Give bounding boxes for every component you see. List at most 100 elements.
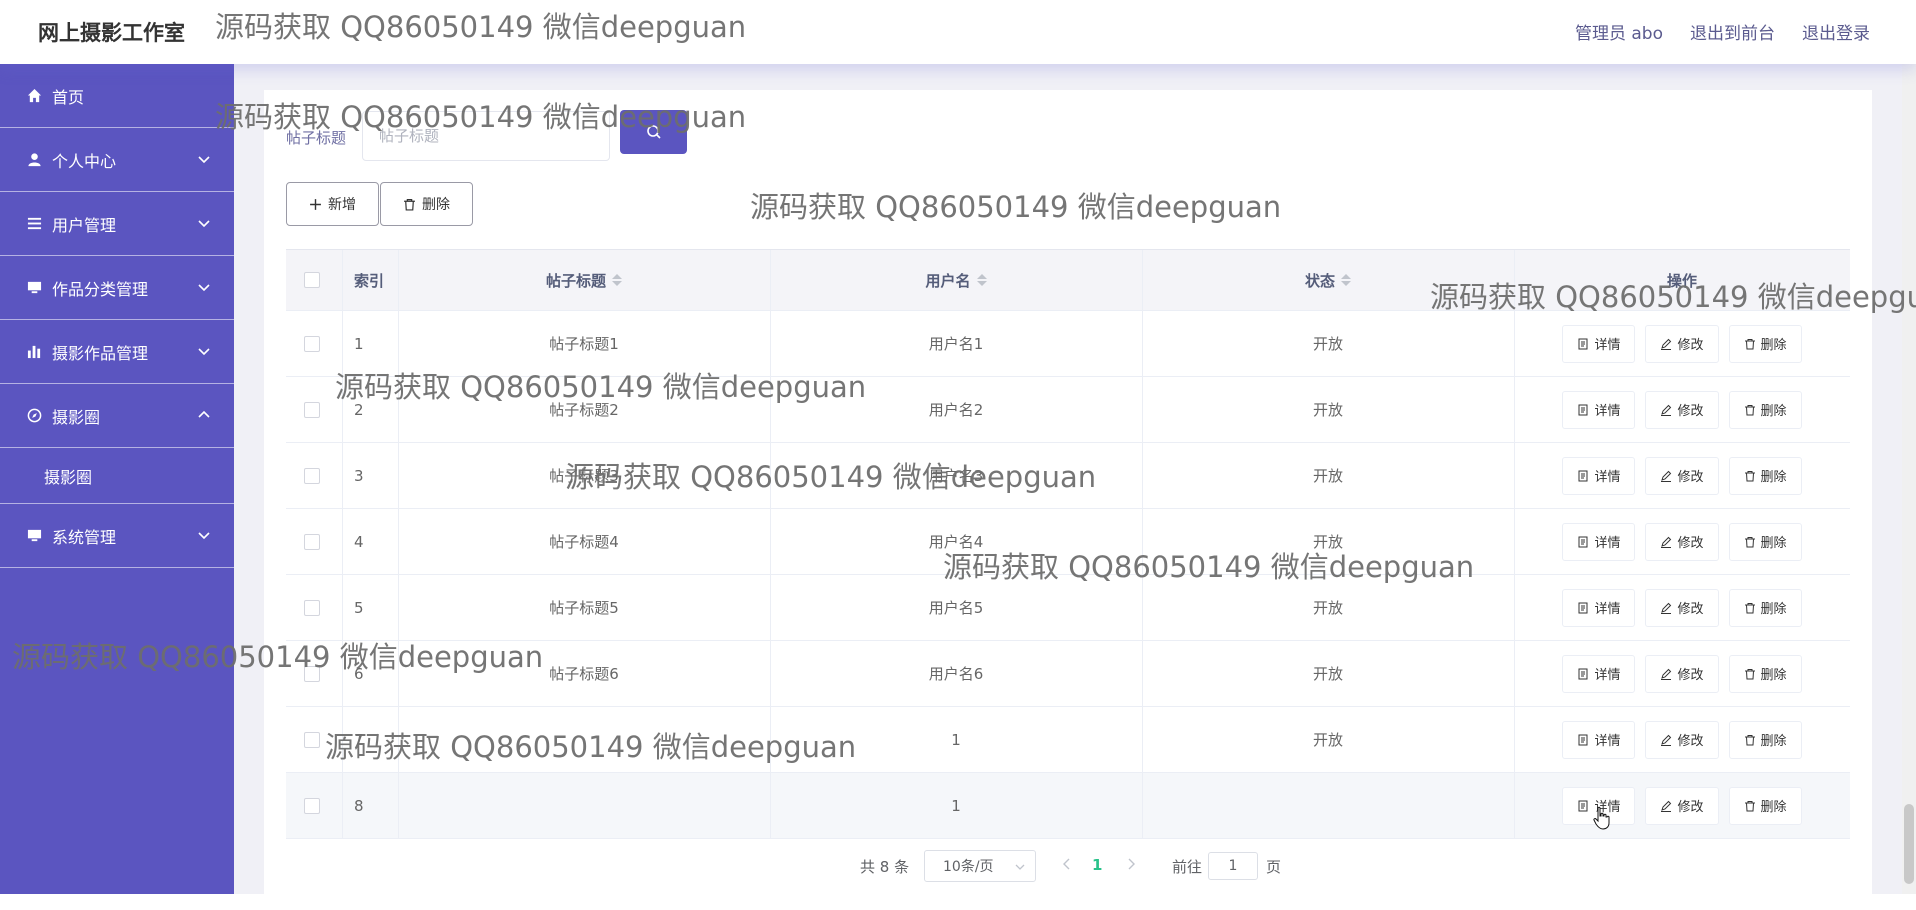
edit-label: 修改: [1677, 734, 1704, 749]
edit-label: 修改: [1677, 536, 1704, 551]
edit-button[interactable]: 修改: [1645, 654, 1719, 693]
add-button[interactable]: 新增: [286, 182, 379, 226]
edit-button[interactable]: 修改: [1645, 522, 1719, 561]
edit-button[interactable]: 修改: [1645, 720, 1719, 759]
cell-operations: 详情 修改 删除: [1514, 377, 1850, 442]
delete-row-button[interactable]: 删除: [1728, 720, 1802, 759]
cell-status: [1142, 773, 1514, 838]
header-title[interactable]: 帖子标题: [398, 250, 770, 310]
row-checkbox[interactable]: [304, 599, 320, 616]
trash-icon: [1744, 800, 1755, 811]
cell-index: 8: [354, 796, 364, 815]
back-to-frontend-link[interactable]: 退出到前台: [1690, 19, 1775, 44]
edit-button[interactable]: 修改: [1645, 324, 1719, 363]
delete-row-button[interactable]: 删除: [1728, 324, 1802, 363]
row-checkbox[interactable]: [304, 731, 320, 748]
detail-button[interactable]: 详情: [1562, 456, 1636, 495]
edit-button[interactable]: 修改: [1645, 390, 1719, 429]
delete-row-button[interactable]: 删除: [1728, 654, 1802, 693]
search-button[interactable]: [620, 110, 687, 154]
document-icon: [1578, 668, 1588, 679]
row-checkbox[interactable]: [304, 533, 320, 550]
edit-button[interactable]: 修改: [1645, 588, 1719, 627]
chevron-down-icon: [1015, 864, 1025, 870]
sidebar-item-user-management[interactable]: 用户管理: [0, 192, 234, 256]
detail-button[interactable]: 详情: [1562, 720, 1636, 759]
post-title-search-input[interactable]: 帖子标题: [362, 111, 610, 161]
pagination: 共 8 条 10条/页 1 前往 1 页: [234, 850, 1916, 890]
select-all-checkbox[interactable]: [304, 272, 320, 288]
edit-label: 修改: [1677, 668, 1704, 683]
sidebar-item-works-management[interactable]: 摄影作品管理: [0, 320, 234, 384]
cell-username: 用户名1: [928, 335, 984, 353]
document-icon: [1578, 404, 1588, 415]
edit-icon: [1661, 338, 1672, 350]
scrollbar-thumb[interactable]: [1904, 804, 1914, 884]
detail-label: 详情: [1594, 338, 1621, 353]
admin-user-link[interactable]: 管理员 abo: [1575, 19, 1663, 44]
vertical-scrollbar[interactable]: [1902, 64, 1916, 894]
cell-index: 4: [354, 532, 364, 551]
sidebar-item-personal-center[interactable]: 个人中心: [0, 128, 234, 192]
sidebar-item-label: 个人中心: [52, 151, 117, 171]
chevron-up-icon: [198, 410, 210, 418]
row-checkbox[interactable]: [304, 401, 320, 418]
goto-page-input[interactable]: 1: [1208, 852, 1258, 880]
sort-icon[interactable]: [612, 274, 622, 286]
current-page-number[interactable]: 1: [1092, 856, 1102, 874]
trash-icon: [1744, 668, 1755, 679]
cell-post-title: 帖子标题6: [549, 665, 619, 683]
sidebar-item-label: 作品分类管理: [52, 279, 149, 299]
sidebar-item-label: 摄影圈: [52, 407, 101, 427]
header-status[interactable]: 状态: [1142, 250, 1514, 310]
sidebar-item-home[interactable]: 首页: [0, 64, 234, 128]
edit-icon: [1661, 602, 1672, 614]
next-page-button[interactable]: [1126, 856, 1136, 874]
prev-page-button[interactable]: [1062, 856, 1072, 874]
cell-status: 开放: [1312, 731, 1343, 749]
header-username[interactable]: 用户名: [770, 250, 1142, 310]
logout-link[interactable]: 退出登录: [1802, 19, 1870, 44]
sort-icon[interactable]: [976, 274, 987, 286]
row-checkbox[interactable]: [304, 467, 320, 484]
sidebar-item-category-management[interactable]: 作品分类管理: [0, 256, 234, 320]
detail-button[interactable]: 详情: [1562, 654, 1636, 693]
delete-row-button[interactable]: 删除: [1728, 588, 1802, 627]
delete-button[interactable]: 删除: [380, 182, 473, 226]
detail-button[interactable]: 详情: [1562, 324, 1636, 363]
row-checkbox[interactable]: [304, 335, 320, 352]
delete-row-button[interactable]: 删除: [1728, 456, 1802, 495]
page-size-select[interactable]: 10条/页: [924, 850, 1036, 882]
user-icon: [26, 152, 42, 168]
detail-button[interactable]: 详情: [1562, 390, 1636, 429]
detail-button[interactable]: 详情: [1562, 522, 1636, 561]
cell-index: 7: [354, 730, 364, 749]
detail-label: 详情: [1594, 668, 1621, 683]
row-checkbox[interactable]: [304, 797, 320, 814]
document-icon: [1578, 800, 1588, 811]
sort-icon[interactable]: [1341, 274, 1351, 286]
sidebar-item-system-management[interactable]: 系统管理: [0, 504, 234, 568]
cell-status: 开放: [1312, 467, 1343, 485]
sidebar-subitem-photo-circle[interactable]: 摄影圈: [0, 448, 234, 504]
edit-button[interactable]: 修改: [1645, 786, 1719, 825]
sidebar-item-label: 摄影作品管理: [52, 343, 149, 363]
sidebar-item-photo-circle[interactable]: 摄影圈: [0, 384, 234, 448]
top-header: 网上摄影工作室 管理员 abo 退出到前台 退出登录: [0, 0, 1916, 64]
page-unit-label: 页: [1266, 858, 1282, 876]
edit-icon: [1661, 734, 1672, 746]
edit-button[interactable]: 修改: [1645, 456, 1719, 495]
trash-icon: [1744, 536, 1755, 547]
delete-row-button[interactable]: 删除: [1728, 786, 1802, 825]
row-checkbox[interactable]: [304, 665, 320, 682]
table-row: 8 1 详情 修改 删除: [286, 773, 1850, 839]
table-header-row: 索引 帖子标题 用户名 状态 操作: [286, 249, 1850, 311]
cell-status: 开放: [1312, 401, 1343, 419]
delete-row-button[interactable]: 删除: [1728, 522, 1802, 561]
detail-button[interactable]: 详情: [1562, 588, 1636, 627]
delete-row-button[interactable]: 删除: [1728, 390, 1802, 429]
delete-label: 删除: [1760, 404, 1787, 419]
monitor-icon: [26, 528, 42, 544]
detail-label: 详情: [1594, 536, 1621, 551]
delete-label: 删除: [1760, 734, 1787, 749]
